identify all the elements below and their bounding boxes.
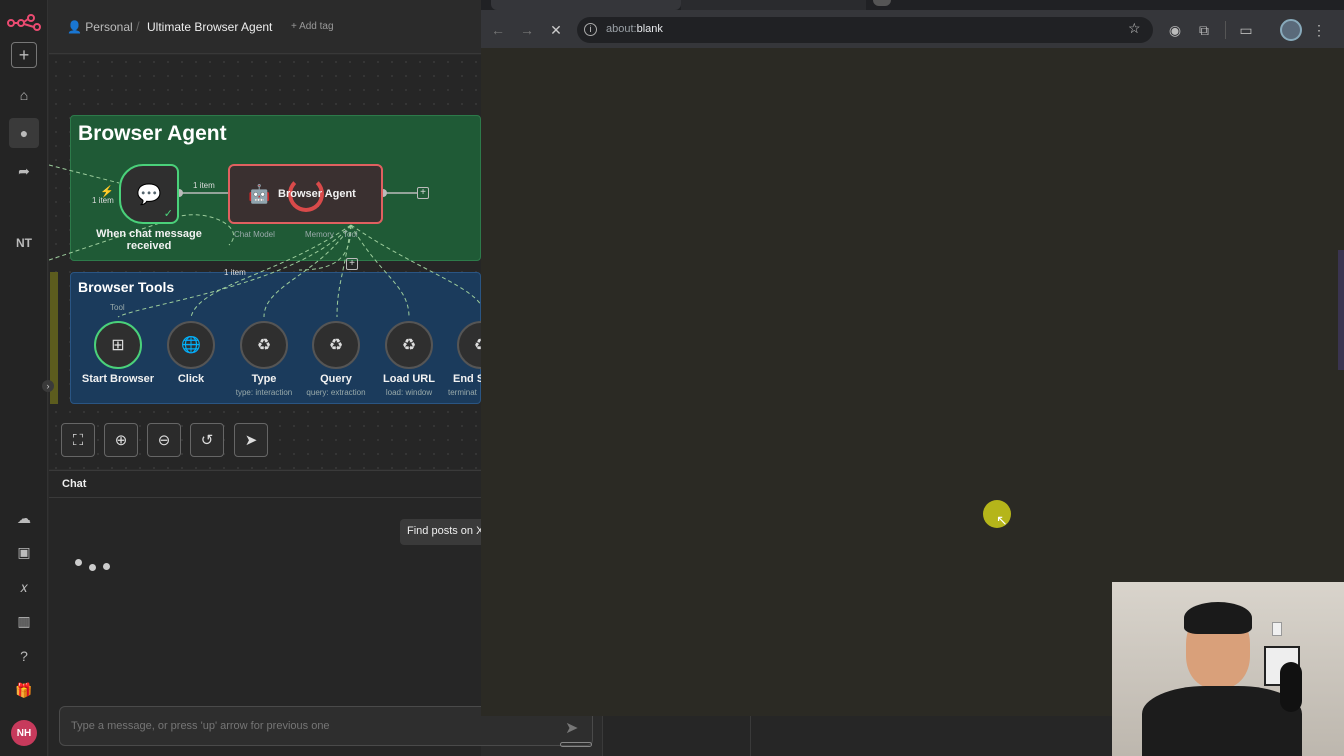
workflow-header: 👤 Personal / Ultimate Browser Agent + Ad… [49, 0, 481, 54]
sidebar-expand-button[interactable]: › [42, 380, 54, 392]
mouse-pointer-icon: ↖ [996, 512, 1008, 528]
webcam-person-hair [1184, 602, 1252, 634]
browser-agent-node[interactable]: 🤖 Browser Agent [228, 164, 383, 224]
breadcrumb-separator: / [136, 19, 140, 34]
tool-node-type[interactable]: ♻ [240, 321, 288, 369]
insights-icon[interactable]: ▥ [9, 606, 39, 636]
share-icon[interactable]: ➦ [9, 156, 39, 186]
side-panel-icon[interactable]: ▭ [1235, 19, 1257, 41]
add-icon[interactable]: + [11, 42, 37, 68]
browser-tab-strip [481, 0, 1344, 10]
tool-port-label: Tool [343, 230, 358, 239]
tool-label: Type [251, 373, 277, 385]
n8n-logo-icon[interactable] [7, 14, 41, 32]
tools-items-count: 1 item [224, 268, 246, 277]
browser-tab[interactable] [491, 0, 681, 10]
add-tag-link[interactable]: + Add tag [291, 21, 334, 32]
address-bar[interactable]: i about:blank ☆ [577, 17, 1153, 43]
tool-label: End S [453, 373, 481, 385]
recycle-icon: ♻ [328, 337, 344, 354]
browser-tab-loading-icon [873, 0, 891, 6]
home-icon[interactable]: ⌂ [9, 80, 39, 110]
left-sidebar: + ⌂ ● ➦ NT ☁ ▣ 𝑥 ▥ ? 🎁 NH [0, 0, 48, 756]
extensions-puzzle-icon[interactable]: ⧉ [1193, 19, 1215, 41]
tool-label: Query [320, 373, 352, 385]
bottom-dock [602, 716, 1112, 756]
webcam-microphone [1280, 662, 1302, 712]
sitemap-icon: ⊞ [111, 337, 125, 354]
person-icon: 👤 [67, 20, 82, 34]
zoom-in-button[interactable]: ⊕ [104, 423, 138, 457]
avatar[interactable]: NH [11, 720, 37, 746]
tool-label: Load URL [383, 373, 435, 385]
start-browser-port-label: Tool [110, 303, 125, 312]
webcam-overlay [1112, 582, 1344, 756]
webcam-person-body [1142, 686, 1302, 756]
agent-node-label: Browser Agent [278, 188, 356, 200]
url-text: about:blank [606, 23, 663, 35]
tool-label: Start Browser [81, 373, 155, 385]
send-icon[interactable]: ➤ [565, 718, 578, 738]
chat-model-port-label: Chat Model [234, 230, 275, 239]
webcam-wall-item [1272, 622, 1282, 636]
connections-layer [49, 164, 481, 318]
templates-icon[interactable]: ▣ [9, 537, 39, 567]
zoom-in-icon: ⊕ [114, 432, 128, 449]
tool-node-click[interactable]: 🌐 [167, 321, 215, 369]
undo-icon: ↺ [200, 432, 214, 449]
recycle-icon: ♻ [256, 337, 272, 354]
workflow-title[interactable]: Ultimate Browser Agent [147, 20, 272, 34]
robot-icon: 🤖 [248, 184, 271, 204]
user-icon[interactable]: ● [9, 118, 39, 148]
fullscreen-icon: ⛶ [72, 431, 84, 449]
tool-sublabel: terminat [448, 388, 477, 397]
zoom-out-icon: ⊖ [157, 432, 171, 449]
chat-bubbles-icon: 💬 [136, 183, 162, 206]
edge-items-count: 1 item [193, 181, 215, 190]
project-initials[interactable]: NT [9, 228, 39, 258]
forward-icon[interactable]: → [516, 19, 538, 41]
info-icon: i [584, 23, 597, 36]
recycle-icon: ♻ [473, 337, 481, 354]
memory-port-label: Memory [305, 230, 334, 239]
back-icon[interactable]: ← [487, 19, 509, 41]
globe-icon: 🌐 [181, 337, 201, 354]
cloud-icon[interactable]: ☁ [9, 503, 39, 533]
fit-view-button[interactable]: ⛶ [61, 423, 95, 457]
gift-icon[interactable]: 🎁 [9, 675, 39, 705]
reset-zoom-button[interactable]: ↺ [190, 423, 224, 457]
chat-message-bubble: Find posts on X [400, 519, 481, 545]
chat-panel-title: Chat [62, 478, 87, 490]
stop-loading-icon[interactable]: ✕ [545, 19, 567, 41]
browser-tab[interactable] [681, 0, 866, 10]
tidy-up-button[interactable]: ➤ [234, 423, 268, 457]
extension-shield-icon[interactable]: ◉ [1164, 19, 1186, 41]
kebab-menu-icon[interactable]: ⋮ [1308, 19, 1330, 41]
toolbar-divider [1225, 21, 1226, 39]
tool-sublabel: load: window [385, 388, 433, 397]
tool-node-end-session[interactable]: ♻ [457, 321, 481, 369]
variables-icon[interactable]: 𝑥 [9, 572, 39, 602]
scrollbar-marker [1338, 250, 1344, 370]
tool-node-query[interactable]: ♻ [312, 321, 360, 369]
panel-resize-handle[interactable] [560, 742, 592, 747]
tool-add-button[interactable]: + [346, 258, 358, 270]
chat-trigger-node[interactable]: 💬 ✓ [119, 164, 179, 224]
tool-label: Click [177, 373, 205, 385]
chat-header-divider [49, 497, 481, 498]
project-breadcrumb[interactable]: 👤 Personal [67, 20, 133, 34]
cursor-icon: ➤ [244, 432, 258, 449]
tool-node-load-url[interactable]: ♻ [385, 321, 433, 369]
agent-output-add-button[interactable]: + [417, 187, 429, 199]
trigger-node-label: When chat message received [96, 228, 202, 252]
tool-node-start-browser[interactable]: ⊞ [94, 321, 142, 369]
recycle-icon: ♻ [401, 337, 417, 354]
help-icon[interactable]: ? [9, 641, 39, 671]
bottom-dock-divider [750, 716, 751, 756]
bookmark-star-icon[interactable]: ☆ [1128, 20, 1141, 37]
profile-avatar[interactable] [1280, 19, 1302, 41]
zoom-out-button[interactable]: ⊖ [147, 423, 181, 457]
success-check-icon: ✓ [163, 208, 173, 220]
trigger-error-icon: ⚡ [100, 186, 114, 198]
